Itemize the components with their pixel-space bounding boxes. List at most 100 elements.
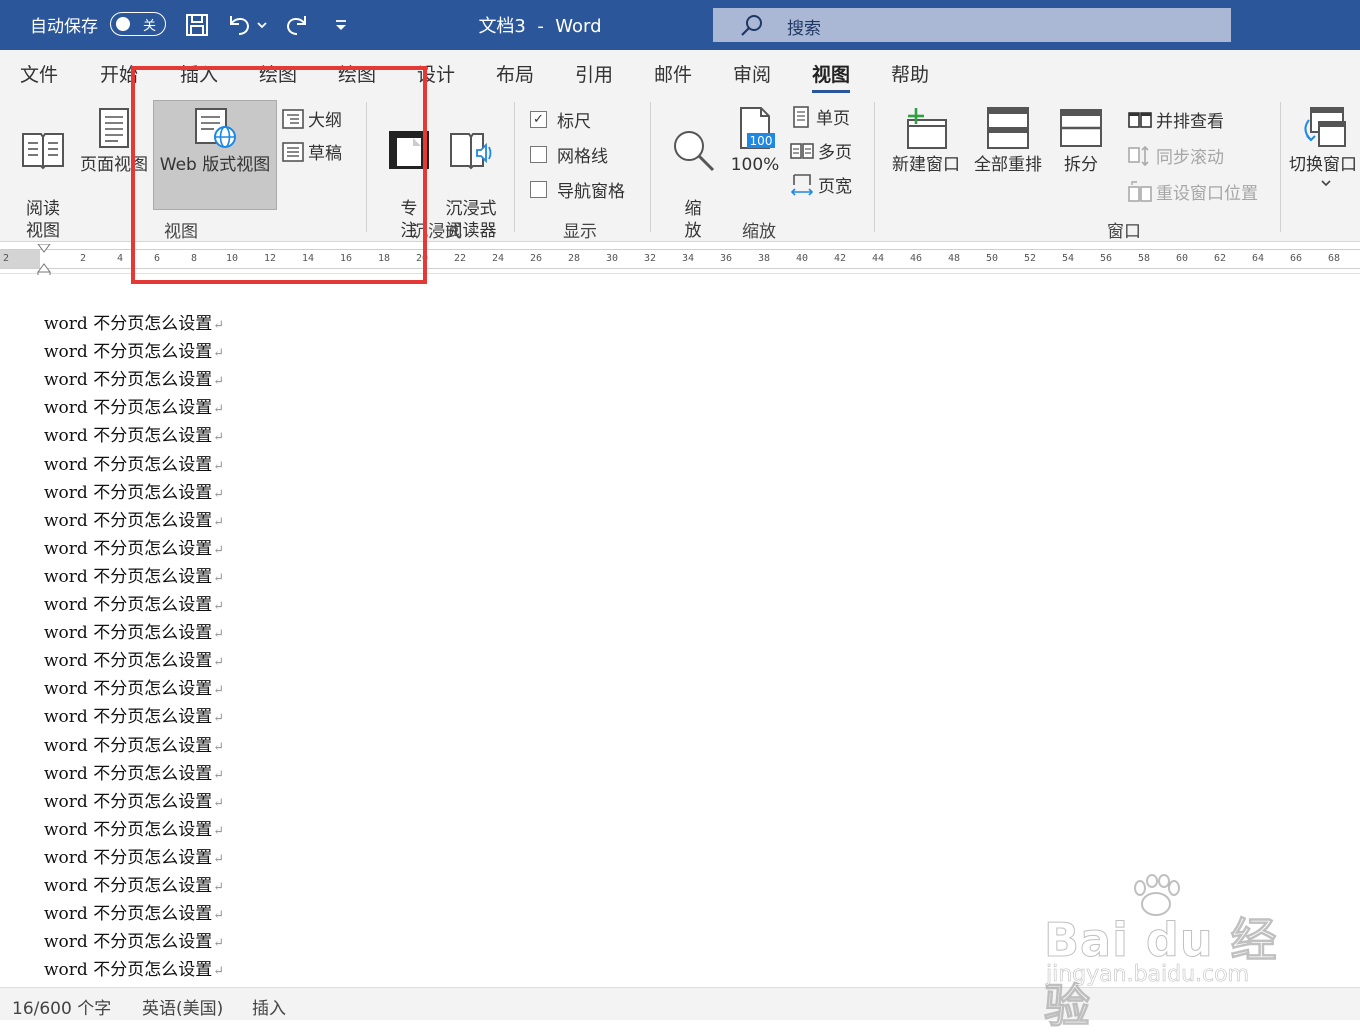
ruler-tick: 48 bbox=[948, 253, 961, 264]
nav-pane-check-icon bbox=[530, 181, 547, 198]
switch-windows-dropdown-icon[interactable] bbox=[1320, 178, 1332, 188]
document-line[interactable]: word 不分页怎么设置↵ bbox=[44, 506, 224, 531]
line-text: word 不分页怎么设置 bbox=[44, 932, 213, 953]
document-line[interactable]: word 不分页怎么设置↵ bbox=[44, 562, 224, 587]
gridlines-check-icon bbox=[530, 146, 547, 163]
document-line[interactable]: word 不分页怎么设置↵ bbox=[44, 421, 224, 446]
line-text: word 不分页怎么设置 bbox=[44, 595, 213, 615]
document-line[interactable]: word 不分页怎么设置↵ bbox=[44, 843, 224, 868]
tab-references[interactable]: 引用 bbox=[575, 60, 613, 87]
autosave-toggle[interactable]: 关 bbox=[110, 12, 166, 36]
undo-icon[interactable] bbox=[224, 10, 254, 40]
one-page-button[interactable]: 单页 bbox=[790, 104, 850, 129]
paragraph-mark: ↵ bbox=[213, 655, 225, 671]
paragraph-mark: ↵ bbox=[213, 739, 225, 755]
document-line[interactable]: word 不分页怎么设置↵ bbox=[44, 534, 224, 559]
tab-review[interactable]: 审阅 bbox=[733, 60, 771, 87]
arrange-all-button[interactable]: 全部重排 bbox=[968, 106, 1048, 176]
ruler-tick: 38 bbox=[758, 253, 771, 264]
language-indicator[interactable]: 英语(美国) bbox=[142, 994, 223, 1019]
ruler-tick: 60 bbox=[1176, 253, 1189, 264]
sync-scroll-icon bbox=[1128, 145, 1149, 166]
ruler-tick: 62 bbox=[1214, 253, 1227, 264]
switch-windows-button[interactable]: 切换窗口 bbox=[1286, 106, 1360, 176]
one-page-label: 单页 bbox=[816, 109, 850, 129]
paragraph-mark: ↵ bbox=[213, 570, 225, 586]
document-line[interactable]: word 不分页怎么设置↵ bbox=[44, 590, 224, 615]
zoom-100-label: 100% bbox=[730, 155, 780, 175]
paragraph-mark: ↵ bbox=[213, 627, 225, 643]
customize-toolbar-icon[interactable] bbox=[326, 10, 356, 40]
paragraph-mark: ↵ bbox=[213, 542, 225, 558]
paragraph-mark: ↵ bbox=[213, 514, 225, 530]
ruler-tick: 64 bbox=[1252, 253, 1265, 264]
sync-scroll-button[interactable]: 同步滚动 bbox=[1128, 143, 1224, 168]
gridlines-checkbox[interactable]: 网格线 bbox=[530, 142, 608, 167]
nav-pane-label: 导航窗格 bbox=[557, 182, 625, 202]
zoom-100-button[interactable]: 100 100% bbox=[726, 106, 784, 176]
tab-view[interactable]: 视图 bbox=[812, 60, 851, 93]
ruler-checkbox[interactable]: ✓ 标尺 bbox=[530, 107, 591, 132]
save-icon[interactable] bbox=[182, 10, 212, 40]
new-window-button[interactable]: 新建窗口 bbox=[886, 106, 966, 176]
line-text: word 不分页怎么设置 bbox=[44, 679, 213, 700]
read-mode-button[interactable]: 阅读 视图 bbox=[10, 106, 76, 242]
paragraph-mark: ↵ bbox=[213, 683, 225, 699]
undo-dropdown-icon[interactable] bbox=[252, 10, 272, 40]
tab-help[interactable]: 帮助 bbox=[891, 60, 929, 87]
paragraph-mark: ↵ bbox=[213, 767, 225, 783]
document-line[interactable]: word 不分页怎么设置↵ bbox=[44, 787, 224, 812]
document-line[interactable]: word 不分页怎么设置↵ bbox=[44, 759, 224, 784]
search-icon bbox=[739, 13, 765, 43]
ruler-tick: 44 bbox=[872, 253, 885, 264]
tab-layout[interactable]: 布局 bbox=[496, 60, 534, 87]
paragraph-mark: ↵ bbox=[213, 486, 225, 502]
title-bar: 自动保存 关 文档3 - Word 搜索 bbox=[0, 0, 1360, 50]
ruler-label: 标尺 bbox=[557, 112, 591, 132]
zoom-button[interactable]: 缩 放 bbox=[666, 106, 720, 242]
paragraph-mark: ↵ bbox=[213, 795, 225, 811]
nav-pane-checkbox[interactable]: 导航窗格 bbox=[530, 177, 625, 202]
document-line[interactable]: word 不分页怎么设置↵ bbox=[44, 365, 224, 390]
redo-icon[interactable] bbox=[282, 10, 312, 40]
tab-mailings[interactable]: 邮件 bbox=[654, 60, 692, 87]
document-line[interactable]: word 不分页怎么设置↵ bbox=[44, 646, 224, 671]
ruler-tick: 22 bbox=[454, 253, 467, 264]
document-line[interactable]: word 不分页怎么设置↵ bbox=[44, 309, 224, 334]
document-line[interactable]: word 不分页怎么设置↵ bbox=[44, 955, 224, 980]
ribbon-separator bbox=[1280, 102, 1281, 232]
document-line[interactable]: word 不分页怎么设置↵ bbox=[44, 618, 224, 643]
document-line[interactable]: word 不分页怎么设置↵ bbox=[44, 393, 224, 418]
split-button[interactable]: 拆分 bbox=[1054, 106, 1108, 176]
document-line[interactable]: word 不分页怎么设置↵ bbox=[44, 702, 224, 727]
document-line[interactable]: word 不分页怎么设置↵ bbox=[44, 450, 224, 475]
multiple-pages-button[interactable]: 多页 bbox=[790, 138, 852, 163]
reset-window-icon bbox=[1128, 180, 1152, 202]
document-line[interactable]: word 不分页怎么设置↵ bbox=[44, 871, 224, 896]
document-line[interactable]: word 不分页怎么设置↵ bbox=[44, 337, 224, 362]
view-side-by-side-button[interactable]: 并排查看 bbox=[1128, 107, 1224, 132]
tab-file[interactable]: 文件 bbox=[20, 60, 58, 87]
line-text: word 不分页怎么设置 bbox=[44, 370, 213, 391]
ruler-tick: 4 bbox=[117, 253, 124, 264]
word-count[interactable]: 16/600 个字 bbox=[12, 994, 111, 1019]
ruler-tick: 2 bbox=[80, 253, 87, 264]
paragraph-mark: ↵ bbox=[213, 908, 225, 924]
autosave-label: 自动保存 bbox=[30, 17, 98, 37]
paragraph-mark: ↵ bbox=[213, 936, 225, 952]
new-window-label: 新建窗口 bbox=[892, 155, 960, 175]
new-window-icon bbox=[907, 108, 947, 149]
document-line[interactable]: word 不分页怎么设置↵ bbox=[44, 674, 224, 699]
document-line[interactable]: word 不分页怎么设置↵ bbox=[44, 899, 224, 924]
paragraph-mark: ↵ bbox=[213, 711, 225, 727]
document-line[interactable]: word 不分页怎么设置↵ bbox=[44, 927, 224, 952]
insert-mode[interactable]: 插入 bbox=[252, 994, 286, 1019]
ruler-tick: 68 bbox=[1328, 253, 1341, 264]
document-line[interactable]: word 不分页怎么设置↵ bbox=[44, 815, 224, 840]
search-box[interactable]: 搜索 bbox=[713, 8, 1231, 42]
reset-window-position-button[interactable]: 重设窗口位置 bbox=[1128, 179, 1258, 204]
page-width-button[interactable]: 页宽 bbox=[790, 172, 852, 197]
document-line[interactable]: word 不分页怎么设置↵ bbox=[44, 478, 224, 503]
document-line[interactable]: word 不分页怎么设置↵ bbox=[44, 731, 224, 756]
paragraph-mark: ↵ bbox=[213, 964, 225, 980]
